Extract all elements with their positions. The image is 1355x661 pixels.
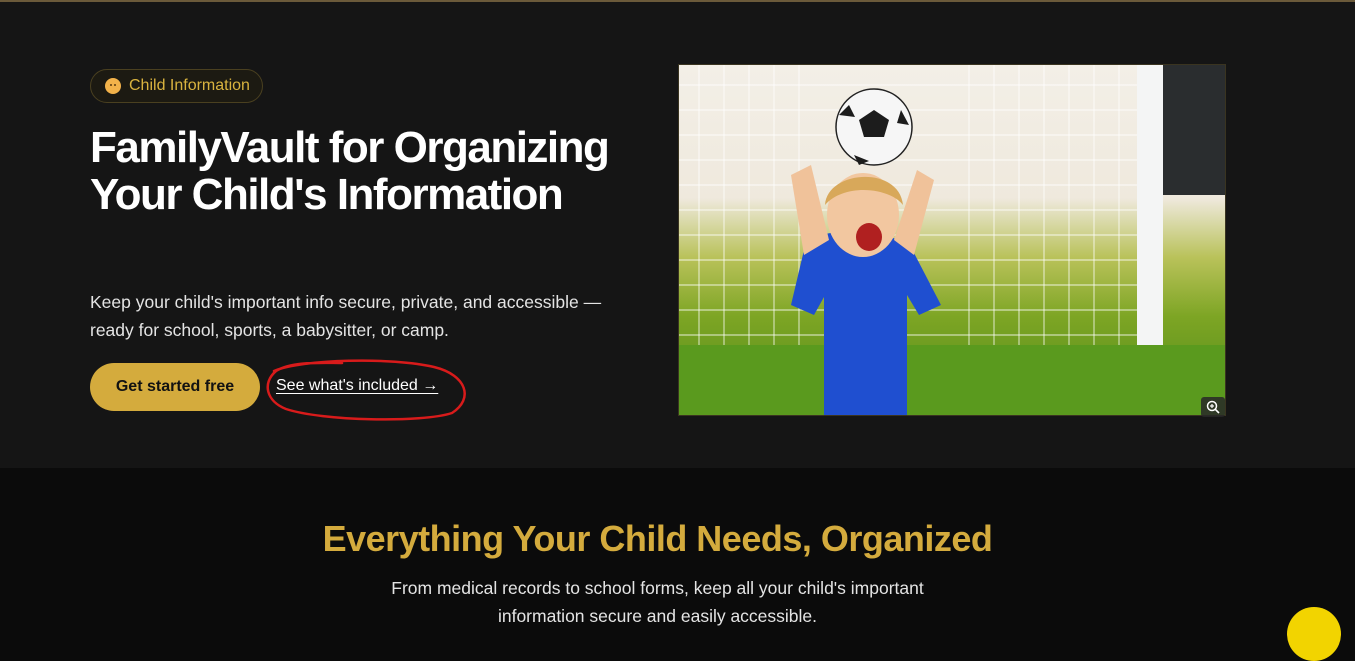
hero-photo <box>678 64 1226 416</box>
baby-face-icon <box>105 78 121 94</box>
features-subtitle: From medical records to school forms, ke… <box>391 578 924 626</box>
category-badge: Child Information <box>90 69 263 103</box>
get-started-button[interactable]: Get started free <box>90 363 260 411</box>
chat-widget-button[interactable] <box>1287 607 1341 661</box>
zoom-in-icon[interactable] <box>1201 397 1225 417</box>
page-title: FamilyVault for Organizing Your Child's … <box>90 123 610 219</box>
features-section: Everything Your Child Needs, Organized F… <box>0 468 1355 628</box>
see-whats-included-link[interactable]: See what's included → <box>276 377 438 395</box>
hero-description: Keep your child's important info secure,… <box>90 292 602 340</box>
badge-label: Child Information <box>129 77 250 94</box>
child-with-soccer-ball-image <box>679 65 1225 415</box>
features-title: Everything Your Child Needs, Organized <box>322 518 993 559</box>
